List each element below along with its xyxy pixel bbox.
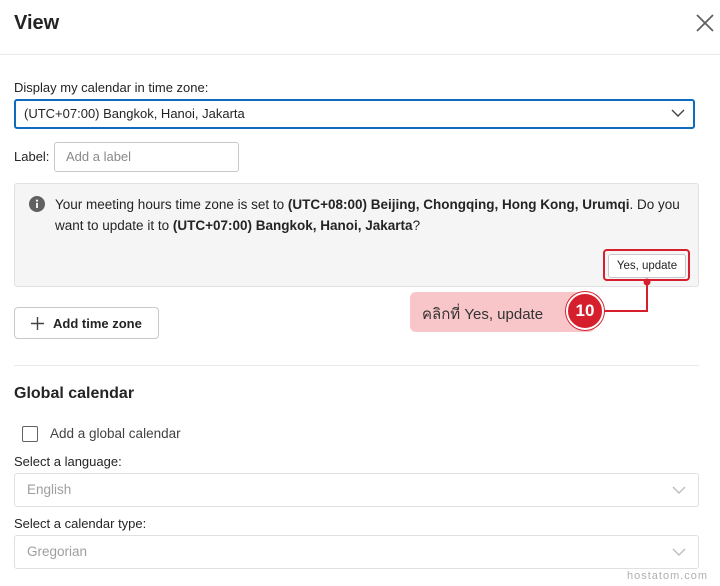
current-timezone: (UTC+08:00) Beijing, Chongqing, Hong Kon… <box>287 197 630 212</box>
calendar-type-select[interactable]: Gregorian <box>14 535 699 569</box>
annotation-callout-text: คลิกที่ Yes, update <box>422 306 544 323</box>
header-divider <box>0 54 720 55</box>
annotation-step-number: 10 <box>566 292 604 330</box>
language-label: Select a language: <box>14 454 122 469</box>
global-calendar-checkbox[interactable] <box>22 426 38 442</box>
timezone-label: Display my calendar in time zone: <box>14 80 209 95</box>
calendar-type-select-value: Gregorian <box>27 544 88 559</box>
global-calendar-checkbox-label[interactable]: Add a global calendar <box>50 426 181 441</box>
language-select-value: English <box>27 482 72 497</box>
language-select[interactable]: English <box>14 473 699 507</box>
timezone-select[interactable]: (UTC+07:00) Bangkok, Hanoi, Jakarta <box>14 99 695 129</box>
info-message-text: Your meeting hours time zone is set to (… <box>55 194 685 236</box>
section-divider <box>14 365 699 366</box>
info-text-part: ? <box>412 218 421 233</box>
add-time-zone-button[interactable]: Add time zone <box>14 307 159 339</box>
label-field-label: Label: <box>14 149 50 164</box>
dialog-title: View <box>14 12 60 34</box>
info-icon <box>29 196 45 212</box>
chevron-down-icon <box>672 486 686 494</box>
global-calendar-title: Global calendar <box>14 385 135 402</box>
info-text-part: Your meeting hours time zone is set to <box>55 197 288 212</box>
watermark: hostatom.com <box>627 570 709 582</box>
add-time-zone-label: Add time zone <box>53 316 142 331</box>
yes-update-button[interactable]: Yes, update <box>608 254 686 278</box>
label-input[interactable]: Add a label <box>54 142 239 172</box>
chevron-down-icon <box>671 109 685 117</box>
timezone-select-value: (UTC+07:00) Bangkok, Hanoi, Jakarta <box>24 106 245 121</box>
plus-icon <box>31 317 44 330</box>
close-icon[interactable] <box>694 12 716 34</box>
calendar-type-label: Select a calendar type: <box>14 516 147 531</box>
chevron-down-icon <box>672 548 686 556</box>
new-timezone: (UTC+07:00) Bangkok, Hanoi, Jakarta <box>172 218 413 233</box>
